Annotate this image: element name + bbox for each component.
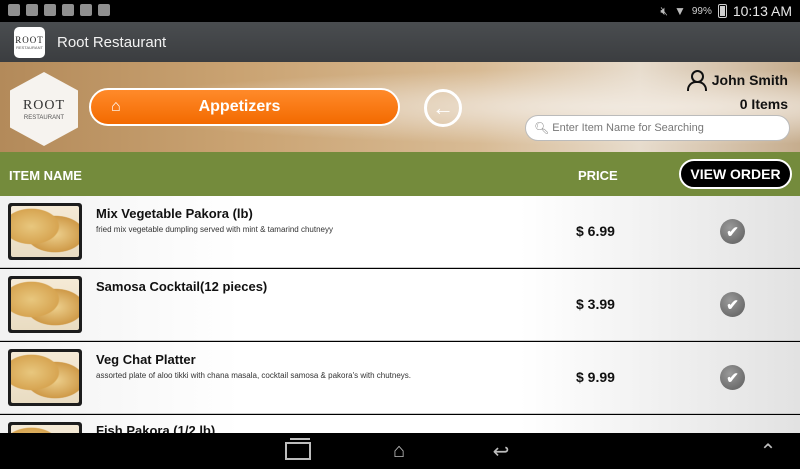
image-icon bbox=[44, 4, 56, 16]
navigation-bar: ⌂ ↩ ⌃ bbox=[0, 433, 800, 469]
list-item[interactable]: Veg Chat Platter assorted plate of aloo … bbox=[0, 342, 800, 414]
collapse-icon: ⌃ bbox=[759, 440, 777, 463]
item-name-header: ITEM NAME bbox=[9, 168, 82, 183]
shopping-bag-icon bbox=[98, 4, 110, 16]
notification-icons bbox=[8, 4, 110, 16]
shopping-bag-icon bbox=[80, 4, 92, 16]
view-order-button[interactable]: VIEW ORDER bbox=[679, 159, 792, 189]
item-thumbnail bbox=[8, 422, 82, 433]
price-header: PRICE bbox=[578, 168, 618, 183]
checkmark-icon[interactable]: ✔ bbox=[720, 219, 745, 244]
user-name: John Smith bbox=[711, 72, 788, 88]
restaurant-logo: ROOT RESTAURANT bbox=[10, 72, 78, 146]
column-header: ITEM NAME PRICE VIEW ORDER bbox=[0, 152, 800, 196]
facebook-icon bbox=[26, 4, 38, 16]
item-price: $ 6.99 bbox=[576, 223, 615, 239]
usb-icon bbox=[8, 4, 20, 16]
back-icon: ↩ bbox=[492, 440, 510, 463]
item-price: $ 3.99 bbox=[576, 296, 615, 312]
item-thumbnail bbox=[8, 349, 82, 406]
item-thumbnail bbox=[8, 276, 82, 333]
logo-subtext: RESTAURANT bbox=[23, 114, 65, 121]
back-button[interactable]: ← bbox=[424, 89, 462, 127]
checkmark-icon[interactable]: ✔ bbox=[720, 365, 745, 390]
recent-apps-icon bbox=[285, 438, 311, 460]
collapse-button[interactable]: ⌃ bbox=[748, 437, 788, 465]
category-label: Appetizers bbox=[198, 98, 281, 115]
item-thumbnail bbox=[8, 203, 82, 260]
user-name-row[interactable]: John Smith bbox=[686, 70, 788, 91]
app-title: Root Restaurant bbox=[57, 34, 167, 51]
list-item[interactable]: Mix Vegetable Pakora (lb) fried mix vege… bbox=[0, 196, 800, 268]
item-list[interactable]: Mix Vegetable Pakora (lb) fried mix vege… bbox=[0, 196, 800, 433]
battery-percent: 99% bbox=[691, 5, 712, 17]
search-box[interactable]: 🔍︎ bbox=[525, 115, 790, 141]
search-icon: 🔍︎ bbox=[534, 121, 550, 135]
battery-icon bbox=[717, 4, 727, 18]
clock: 10:13 AM bbox=[732, 3, 792, 19]
cart-item-count: 0 Items bbox=[739, 96, 788, 112]
status-bar: 🔇︎ ▼ 99% 10:13 AM bbox=[0, 0, 800, 22]
app-icon-text: ROOT bbox=[15, 35, 44, 45]
user-icon bbox=[686, 70, 707, 91]
action-bar: ROOT RESTAURANT Root Restaurant bbox=[0, 22, 800, 62]
item-description: assorted plate of aloo tikki with chana … bbox=[96, 371, 412, 380]
category-button[interactable]: ⌂ Appetizers bbox=[89, 88, 400, 126]
logo-text: ROOT bbox=[22, 97, 66, 113]
system-icons: 🔇︎ ▼ 99% 10:13 AM bbox=[660, 3, 792, 19]
item-name: Fish Pakora (1/2 lb) bbox=[96, 423, 216, 433]
play-store-icon bbox=[62, 4, 74, 16]
checkmark-icon[interactable]: ✔ bbox=[720, 292, 745, 317]
list-item[interactable]: Fish Pakora (1/2 lb) bbox=[0, 415, 800, 433]
back-arrow-icon: ← bbox=[432, 95, 454, 120]
app-icon-subtext: RESTAURANT bbox=[16, 45, 43, 50]
home-button[interactable]: ⌂ bbox=[379, 437, 419, 465]
item-price: $ 9.99 bbox=[576, 369, 615, 385]
item-description: fried mix vegetable dumpling served with… bbox=[96, 225, 333, 234]
item-name: Mix Vegetable Pakora (lb) bbox=[96, 206, 253, 221]
back-nav-button[interactable]: ↩ bbox=[481, 437, 521, 465]
item-name: Samosa Cocktail(12 pieces) bbox=[96, 279, 268, 294]
recent-apps-button[interactable] bbox=[278, 437, 318, 465]
list-item[interactable]: Samosa Cocktail(12 pieces) $ 3.99 ✔ bbox=[0, 269, 800, 341]
home-icon: ⌂ bbox=[392, 439, 406, 462]
cloche-icon: ⌂ bbox=[111, 98, 121, 115]
user-info: John Smith 0 Items bbox=[686, 70, 788, 112]
item-name: Veg Chat Platter bbox=[96, 352, 196, 367]
search-input[interactable] bbox=[552, 122, 773, 134]
mute-icon: 🔇︎ bbox=[660, 3, 668, 18]
app-icon[interactable]: ROOT RESTAURANT bbox=[14, 27, 45, 58]
wifi-icon: ▼ bbox=[673, 4, 686, 18]
